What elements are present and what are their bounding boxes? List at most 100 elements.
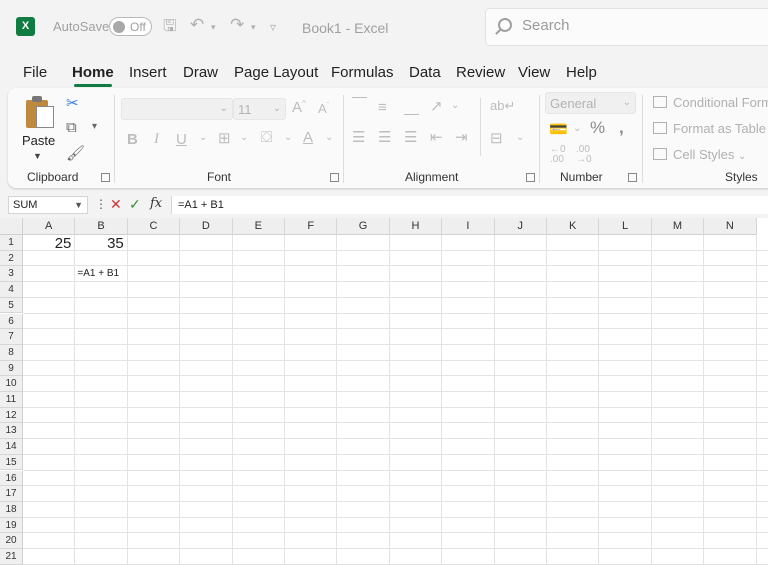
increase-indent-icon[interactable]: ⇥ bbox=[455, 128, 468, 146]
clipboard-launcher-icon[interactable] bbox=[101, 173, 110, 182]
italic-icon[interactable]: I bbox=[154, 131, 159, 148]
column-header-i[interactable]: I bbox=[442, 218, 495, 235]
decrease-font-icon[interactable]: Aˇ bbox=[318, 101, 329, 116]
row-header-3[interactable]: 3 bbox=[0, 266, 23, 283]
paste-button[interactable]: Paste bbox=[22, 133, 55, 148]
conditional-formatting-button[interactable]: Conditional Formatting bbox=[653, 95, 768, 110]
customize-toolbar-icon[interactable]: ▿ bbox=[270, 20, 276, 34]
increase-decimal-icon[interactable]: ←0.00 bbox=[550, 145, 566, 165]
align-bottom-icon[interactable]: ⎽ bbox=[404, 99, 419, 116]
column-header-c[interactable]: C bbox=[127, 218, 181, 235]
paste-icon[interactable] bbox=[26, 96, 56, 130]
autosave-toggle[interactable]: Off bbox=[109, 17, 152, 36]
number-launcher-icon[interactable] bbox=[628, 173, 637, 182]
decrease-indent-icon[interactable]: ⇤ bbox=[430, 128, 443, 146]
undo-dropdown-icon[interactable]: ▾ bbox=[211, 22, 216, 33]
cut-icon[interactable]: ✂ bbox=[66, 94, 79, 112]
bold-icon[interactable]: B bbox=[127, 131, 138, 148]
comma-style-icon[interactable]: , bbox=[619, 118, 624, 138]
row-header-13[interactable]: 13 bbox=[0, 423, 23, 440]
tab-data[interactable]: Data bbox=[409, 64, 441, 81]
copy-dropdown-icon[interactable]: ▾ bbox=[92, 121, 97, 132]
font-size-combo[interactable]: 11 ⌄ bbox=[233, 98, 286, 120]
insert-function-icon[interactable]: fx bbox=[150, 196, 162, 211]
redo-icon[interactable]: ↷ bbox=[230, 15, 244, 35]
cancel-icon[interactable]: ✕ bbox=[110, 196, 122, 213]
select-all-corner[interactable] bbox=[0, 218, 23, 235]
column-header-h[interactable]: H bbox=[389, 218, 443, 235]
underline-dropdown-icon[interactable]: ⌄ bbox=[199, 132, 207, 143]
align-center-icon[interactable]: ☰ bbox=[378, 128, 391, 146]
paste-dropdown-icon[interactable]: ▼ bbox=[33, 151, 42, 161]
font-color-dropdown-icon[interactable]: ⌄ bbox=[325, 132, 333, 143]
tab-page-layout[interactable]: Page Layout bbox=[234, 64, 318, 81]
row-header-18[interactable]: 18 bbox=[0, 501, 23, 518]
font-name-combo[interactable]: ⌄ bbox=[121, 98, 233, 120]
fill-color-dropdown-icon[interactable]: ⌄ bbox=[284, 132, 292, 143]
row-header-5[interactable]: 5 bbox=[0, 297, 23, 314]
format-painter-icon[interactable]: 🖌 bbox=[66, 144, 85, 162]
row-header-11[interactable]: 11 bbox=[0, 392, 23, 408]
align-top-icon[interactable]: ⎺ bbox=[352, 96, 367, 113]
increase-font-icon[interactable]: A^ bbox=[292, 99, 306, 116]
row-header-16[interactable]: 16 bbox=[0, 470, 23, 487]
more-options-icon[interactable]: ⋮ bbox=[95, 197, 107, 211]
search-box[interactable] bbox=[485, 8, 768, 46]
row-header-10[interactable]: 10 bbox=[0, 376, 23, 392]
redo-dropdown-icon[interactable]: ▾ bbox=[251, 22, 256, 33]
row-header-8[interactable]: 8 bbox=[0, 344, 23, 361]
row-header-2[interactable]: 2 bbox=[0, 250, 23, 267]
column-header-l[interactable]: L bbox=[599, 218, 652, 235]
row-header-4[interactable]: 4 bbox=[0, 282, 23, 298]
number-format-combo[interactable]: General ⌄ bbox=[545, 92, 636, 114]
fill-color-icon[interactable]: ⛋ bbox=[261, 129, 272, 146]
formula-input[interactable]: =A1 + B1 bbox=[171, 196, 768, 214]
column-header-f[interactable]: F bbox=[285, 218, 338, 235]
column-header-m[interactable]: M bbox=[651, 218, 705, 235]
undo-icon[interactable]: ↶ bbox=[190, 15, 204, 35]
cell-b1[interactable]: 35 bbox=[76, 235, 124, 252]
tab-insert[interactable]: Insert bbox=[129, 64, 167, 81]
currency-dropdown-icon[interactable]: ⌄ bbox=[573, 123, 581, 134]
font-launcher-icon[interactable] bbox=[330, 173, 339, 182]
enter-icon[interactable]: ✓ bbox=[129, 196, 141, 213]
tab-home[interactable]: Home bbox=[72, 64, 114, 81]
column-header-a[interactable]: A bbox=[23, 218, 76, 235]
column-header-e[interactable]: E bbox=[232, 218, 285, 235]
cell-b3[interactable]: =A1 + B1 bbox=[77, 268, 119, 279]
borders-dropdown-icon[interactable]: ⌄ bbox=[240, 132, 248, 143]
row-header-12[interactable]: 12 bbox=[0, 407, 23, 424]
save-icon[interactable]: 🖫 bbox=[163, 15, 177, 42]
align-left-icon[interactable]: ☰ bbox=[352, 128, 365, 146]
column-header-g[interactable]: G bbox=[337, 218, 390, 235]
tab-file[interactable]: File bbox=[23, 64, 47, 81]
decrease-decimal-icon[interactable]: .00 →0 bbox=[576, 145, 592, 165]
row-header-19[interactable]: 19 bbox=[0, 517, 23, 534]
column-header-n[interactable]: N bbox=[704, 218, 757, 235]
search-input[interactable] bbox=[522, 17, 742, 34]
format-as-table-button[interactable]: Format as Table bbox=[653, 121, 766, 136]
row-header-1[interactable]: 1 bbox=[0, 235, 23, 251]
merge-center-icon[interactable]: ⊟ bbox=[490, 129, 503, 147]
percent-style-icon[interactable]: % bbox=[590, 118, 605, 138]
row-header-17[interactable]: 17 bbox=[0, 486, 23, 502]
column-header-j[interactable]: J bbox=[494, 218, 547, 235]
row-header-7[interactable]: 7 bbox=[0, 329, 23, 345]
currency-format-icon[interactable]: 💳 bbox=[549, 120, 568, 138]
tab-draw[interactable]: Draw bbox=[183, 64, 218, 81]
orientation-icon[interactable]: ↗ bbox=[430, 97, 443, 115]
column-header-k[interactable]: K bbox=[547, 218, 600, 235]
name-box[interactable]: SUM ▼ bbox=[8, 196, 88, 214]
tab-view[interactable]: View bbox=[518, 64, 550, 81]
copy-icon[interactable]: ⧉ bbox=[66, 119, 77, 136]
tab-review[interactable]: Review bbox=[456, 64, 505, 81]
row-header-14[interactable]: 14 bbox=[0, 439, 23, 455]
row-header-9[interactable]: 9 bbox=[0, 360, 23, 377]
row-header-6[interactable]: 6 bbox=[0, 313, 23, 330]
row-header-15[interactable]: 15 bbox=[0, 454, 23, 471]
wrap-text-icon[interactable]: ab↵ bbox=[490, 98, 515, 114]
orientation-dropdown-icon[interactable]: ⌄ bbox=[451, 100, 459, 111]
borders-icon[interactable]: ⊞ bbox=[218, 129, 231, 147]
alignment-launcher-icon[interactable] bbox=[526, 173, 535, 182]
spreadsheet-grid[interactable]: A B C D E F G H I J K L M N 1 2 3 4 5 6 7 8 9 10 11 12 13 14 15 16 17 1… bbox=[0, 218, 768, 565]
